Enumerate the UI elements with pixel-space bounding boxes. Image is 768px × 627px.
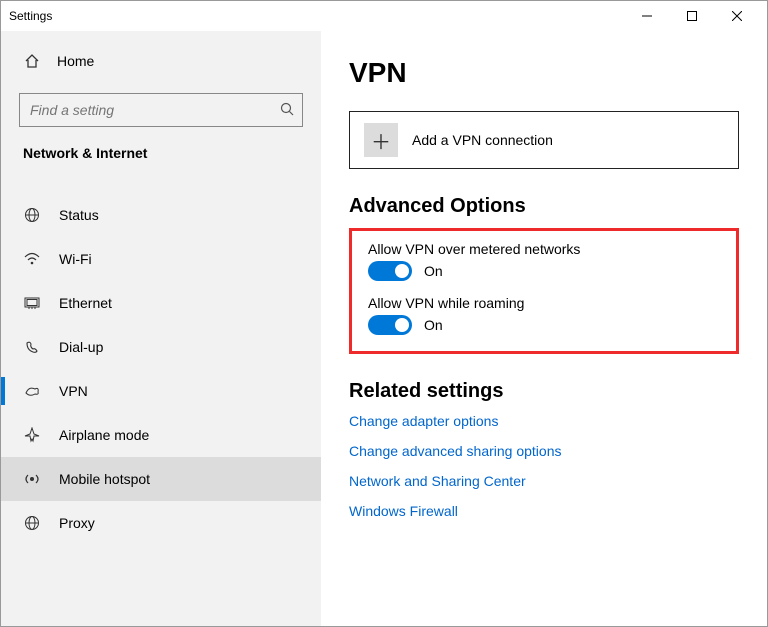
sidebar-item-label: Proxy xyxy=(59,515,95,531)
link-windows-firewall[interactable]: Windows Firewall xyxy=(349,503,739,519)
metered-state: On xyxy=(424,263,443,279)
sidebar-item-dialup[interactable]: Dial-up xyxy=(1,325,321,369)
sidebar-item-label: Mobile hotspot xyxy=(59,471,150,487)
minimize-button[interactable] xyxy=(624,1,669,31)
airplane-icon xyxy=(23,427,41,443)
window-title: Settings xyxy=(9,9,624,23)
advanced-options-heading: Advanced Options xyxy=(349,195,739,218)
proxy-icon xyxy=(23,515,41,531)
sidebar-item-label: Wi-Fi xyxy=(59,251,92,267)
wifi-icon xyxy=(23,251,41,267)
add-vpn-button[interactable]: ＋ Add a VPN connection xyxy=(349,111,739,169)
link-adapter-options[interactable]: Change adapter options xyxy=(349,413,739,429)
link-network-sharing-center[interactable]: Network and Sharing Center xyxy=(349,473,739,489)
roaming-state: On xyxy=(424,317,443,333)
sidebar-item-label: Dial-up xyxy=(59,339,103,355)
sidebar-item-airplane[interactable]: Airplane mode xyxy=(1,413,321,457)
titlebar: Settings xyxy=(1,1,767,31)
nav-list: Status Wi-Fi Ethernet xyxy=(1,193,321,545)
sidebar-item-status[interactable]: Status xyxy=(1,193,321,237)
search-box[interactable] xyxy=(19,93,303,127)
sidebar-item-label: Status xyxy=(59,207,99,223)
home-nav[interactable]: Home xyxy=(1,41,321,81)
related-settings-heading: Related settings xyxy=(349,380,739,403)
status-icon xyxy=(23,207,41,223)
page-title: VPN xyxy=(349,57,739,89)
link-advanced-sharing[interactable]: Change advanced sharing options xyxy=(349,443,739,459)
settings-window: Settings Home xyxy=(0,0,768,627)
search-icon xyxy=(280,102,294,119)
sidebar-item-ethernet[interactable]: Ethernet xyxy=(1,281,321,325)
sidebar-item-label: Ethernet xyxy=(59,295,112,311)
maximize-button[interactable] xyxy=(669,1,714,31)
sidebar-item-label: Airplane mode xyxy=(59,427,149,443)
metered-label: Allow VPN over metered networks xyxy=(368,241,720,257)
sidebar: Home Network & Internet Status xyxy=(1,31,321,626)
search-input[interactable] xyxy=(28,101,280,119)
dialup-icon xyxy=(23,339,41,355)
sidebar-item-vpn[interactable]: VPN xyxy=(1,369,321,413)
hotspot-icon xyxy=(23,471,41,487)
vpn-icon xyxy=(23,383,41,399)
home-icon xyxy=(23,53,41,69)
category-header: Network & Internet xyxy=(1,137,321,175)
plus-icon: ＋ xyxy=(364,123,398,157)
sidebar-item-proxy[interactable]: Proxy xyxy=(1,501,321,545)
sidebar-item-wifi[interactable]: Wi-Fi xyxy=(1,237,321,281)
metered-toggle[interactable] xyxy=(368,261,412,281)
roaming-toggle[interactable] xyxy=(368,315,412,335)
main-content: VPN ＋ Add a VPN connection Advanced Opti… xyxy=(321,31,767,626)
highlight-box: Allow VPN over metered networks On Allow… xyxy=(349,228,739,354)
sidebar-item-label: VPN xyxy=(59,383,88,399)
close-button[interactable] xyxy=(714,1,759,31)
roaming-label: Allow VPN while roaming xyxy=(368,295,720,311)
home-label: Home xyxy=(57,53,94,69)
sidebar-item-mobile-hotspot[interactable]: Mobile hotspot xyxy=(1,457,321,501)
add-vpn-label: Add a VPN connection xyxy=(412,132,553,148)
ethernet-icon xyxy=(23,295,41,311)
